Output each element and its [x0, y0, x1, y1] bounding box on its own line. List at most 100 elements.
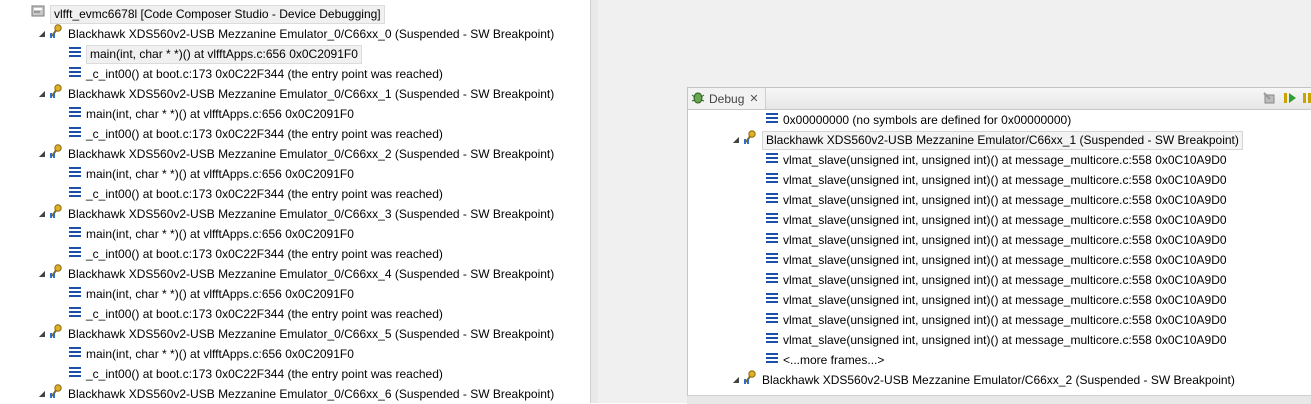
- stack-frame-icon: [68, 224, 82, 244]
- stack-frame-label: main(int, char * *)() at vlfftApps.c:656…: [86, 227, 354, 241]
- thread-item[interactable]: ◢ Blackhawk XDS560v2-USB Mezzanine Emulat…: [36, 384, 554, 403]
- stack-frame-icon: [765, 310, 779, 330]
- stack-frame-item[interactable]: _c_int00() at boot.c:173 0x0C22F344 (the…: [68, 304, 443, 324]
- debug-tree-panel: vlfft_evmc6678l [Code Composer Studio - …: [0, 0, 590, 403]
- stack-frame-item[interactable]: vlmat_slave(unsigned int, unsigned int)(…: [765, 230, 1227, 250]
- stack-frame-item[interactable]: vlmat_slave(unsigned int, unsigned int)(…: [765, 170, 1227, 190]
- session-label: vlfft_evmc6678l [Code Composer Studio - …: [50, 4, 385, 24]
- thread-label: Blackhawk XDS560v2-USB Mezzanine Emulato…: [68, 267, 555, 281]
- stack-frame-label: _c_int00() at boot.c:173 0x0C22F344 (the…: [86, 307, 443, 321]
- stack-frame-label: vlmat_slave(unsigned int, unsigned int)(…: [783, 193, 1227, 207]
- stack-frame-label: vlmat_slave(unsigned int, unsigned int)(…: [783, 273, 1227, 287]
- stack-frame-item[interactable]: _c_int00() at boot.c:173 0x0C22F344 (the…: [68, 364, 443, 384]
- debug-tab-bar: Debug ✕: [688, 88, 1311, 110]
- debug-tab-label: Debug: [709, 91, 745, 106]
- stack-frame-label: vlmat_slave(unsigned int, unsigned int)(…: [783, 213, 1227, 227]
- stack-frame-icon: [68, 104, 82, 124]
- stack-frame-icon: [765, 330, 779, 350]
- stack-frame-icon: [68, 364, 82, 384]
- stack-frame-label: vlmat_slave(unsigned int, unsigned int)(…: [783, 333, 1227, 347]
- stack-frame-item[interactable]: _c_int00() at boot.c:173 0x0C22F344 (the…: [68, 124, 443, 144]
- stack-frame-item[interactable]: <...more frames...>: [765, 350, 884, 370]
- stack-frame-item[interactable]: vlmat_slave(unsigned int, unsigned int)(…: [765, 190, 1227, 210]
- expand-toggle-icon[interactable]: ◢: [730, 130, 742, 150]
- stack-frame-icon: [68, 164, 82, 184]
- stack-frame-item[interactable]: vlmat_slave(unsigned int, unsigned int)(…: [765, 210, 1227, 230]
- expand-toggle-icon[interactable]: ◢: [36, 324, 48, 344]
- thread-label: Blackhawk XDS560v2-USB Mezzanine Emulato…: [68, 207, 555, 221]
- stack-frame-item[interactable]: vlmat_slave(unsigned int, unsigned int)(…: [765, 150, 1227, 170]
- stack-frame-icon: [68, 44, 82, 64]
- thread-item[interactable]: ◢ Blackhawk XDS560v2-USB Mezzanine Emulat…: [36, 264, 554, 284]
- stack-frame-item[interactable]: vlmat_slave(unsigned int, unsigned int)(…: [765, 330, 1227, 350]
- stack-frame-item[interactable]: 0x00000000 (no symbols are defined for 0…: [765, 110, 1071, 130]
- stack-frame-item[interactable]: main(int, char * *)() at vlfftApps.c:656…: [68, 164, 354, 184]
- stack-frame-item[interactable]: main(int, char * *)() at vlfftApps.c:656…: [68, 344, 354, 364]
- stack-frame-label: _c_int00() at boot.c:173 0x0C22F344 (the…: [86, 367, 443, 381]
- thread-label: Blackhawk XDS560v2-USB Mezzanine Emulato…: [68, 87, 555, 101]
- thread-item[interactable]: ◢ Blackhawk XDS560v2-USB Mezzanine Emulat…: [36, 204, 554, 224]
- close-icon[interactable]: ✕: [749, 92, 758, 105]
- stack-frame-item[interactable]: _c_int00() at boot.c:173 0x0C22F344 (the…: [68, 244, 443, 264]
- expand-toggle-icon[interactable]: ◢: [36, 264, 48, 284]
- stack-frame-icon: [68, 124, 82, 144]
- debug-tab[interactable]: Debug ✕: [688, 88, 766, 109]
- thread-item[interactable]: ◢ Blackhawk XDS560v2-USB Mezzanine Emulat…: [730, 130, 1243, 150]
- thread-item[interactable]: ◢ Blackhawk XDS560v2-USB Mezzanine Emulat…: [730, 370, 1235, 390]
- expand-toggle-icon[interactable]: ◢: [36, 144, 48, 164]
- stack-frame-label: vlmat_slave(unsigned int, unsigned int)(…: [783, 153, 1227, 167]
- suspended-thread-icon: [48, 83, 64, 105]
- stack-frame-icon: [765, 230, 779, 250]
- stack-frame-icon: [765, 350, 779, 370]
- stack-frame-item[interactable]: vlmat_slave(unsigned int, unsigned int)(…: [765, 270, 1227, 290]
- stack-frame-label: vlmat_slave(unsigned int, unsigned int)(…: [783, 293, 1227, 307]
- stack-frame-label: main(int, char * *)() at vlfftApps.c:656…: [86, 44, 362, 64]
- stack-frame-icon: [68, 184, 82, 204]
- suspend-icon[interactable]: [1302, 90, 1311, 109]
- thread-item[interactable]: ◢ Blackhawk XDS560v2-USB Mezzanine Emulat…: [36, 324, 554, 344]
- stack-frame-label: vlmat_slave(unsigned int, unsigned int)(…: [783, 313, 1227, 327]
- stack-frame-icon: [68, 344, 82, 364]
- debug-view: Debug ✕ 0x00000000 (no symbols are defin…: [687, 87, 1311, 396]
- stack-frame-icon: [68, 284, 82, 304]
- debug-toolbar: [1258, 90, 1311, 109]
- stack-frame-item[interactable]: vlmat_slave(unsigned int, unsigned int)(…: [765, 310, 1227, 330]
- stack-frame-label: _c_int00() at boot.c:173 0x0C22F344 (the…: [86, 67, 443, 81]
- expand-toggle-icon[interactable]: ◢: [36, 204, 48, 224]
- expand-toggle-icon[interactable]: ◢: [36, 84, 48, 104]
- thread-item[interactable]: ◢ Blackhawk XDS560v2-USB Mezzanine Emulat…: [36, 24, 554, 44]
- stack-frame-label: main(int, char * *)() at vlfftApps.c:656…: [86, 287, 354, 301]
- stack-frame-icon: [765, 250, 779, 270]
- session-item[interactable]: vlfft_evmc6678l [Code Composer Studio - …: [30, 4, 385, 24]
- stack-frame-label: _c_int00() at boot.c:173 0x0C22F344 (the…: [86, 247, 443, 261]
- resume-icon[interactable]: [1282, 90, 1298, 109]
- stack-frame-item[interactable]: main(int, char * *)() at vlfftApps.c:656…: [68, 224, 354, 244]
- stack-frame-item[interactable]: main(int, char * *)() at vlfftApps.c:656…: [68, 44, 362, 64]
- debug-session-icon: [30, 3, 46, 25]
- stack-frame-icon: [68, 244, 82, 264]
- thread-item[interactable]: ◢ Blackhawk XDS560v2-USB Mezzanine Emulat…: [36, 144, 554, 164]
- expand-toggle-icon[interactable]: ◢: [36, 384, 48, 403]
- stack-frame-item[interactable]: main(int, char * *)() at vlfftApps.c:656…: [68, 284, 354, 304]
- stack-frame-label: _c_int00() at boot.c:173 0x0C22F344 (the…: [86, 127, 443, 141]
- stack-frame-item[interactable]: _c_int00() at boot.c:173 0x0C22F344 (the…: [68, 64, 443, 84]
- thread-label: Blackhawk XDS560v2-USB Mezzanine Emulato…: [762, 373, 1235, 387]
- stack-frame-icon: [765, 270, 779, 290]
- thread-label: Blackhawk XDS560v2-USB Mezzanine Emulato…: [68, 327, 555, 341]
- stack-frame-label: main(int, char * *)() at vlfftApps.c:656…: [86, 347, 354, 361]
- remove-terminated-icon[interactable]: [1262, 90, 1278, 109]
- stack-frame-item[interactable]: main(int, char * *)() at vlfftApps.c:656…: [68, 104, 354, 124]
- stack-frame-item[interactable]: _c_int00() at boot.c:173 0x0C22F344 (the…: [68, 184, 443, 204]
- stack-frame-item[interactable]: vlmat_slave(unsigned int, unsigned int)(…: [765, 250, 1227, 270]
- thread-item[interactable]: ◢ Blackhawk XDS560v2-USB Mezzanine Emulat…: [36, 84, 554, 104]
- expand-toggle-icon[interactable]: ◢: [36, 24, 48, 44]
- suspended-thread-icon: [48, 383, 64, 403]
- stack-frame-item[interactable]: vlmat_slave(unsigned int, unsigned int)(…: [765, 290, 1227, 310]
- stack-frame-icon: [765, 290, 779, 310]
- debug-tree: 0x00000000 (no symbols are defined for 0…: [688, 110, 1311, 396]
- stack-frame-icon: [765, 110, 779, 130]
- expand-toggle-icon[interactable]: ◢: [730, 370, 742, 390]
- stack-frame-label: vlmat_slave(unsigned int, unsigned int)(…: [783, 253, 1227, 267]
- stack-frame-label: 0x00000000 (no symbols are defined for 0…: [783, 113, 1072, 127]
- suspended-thread-icon: [742, 369, 758, 391]
